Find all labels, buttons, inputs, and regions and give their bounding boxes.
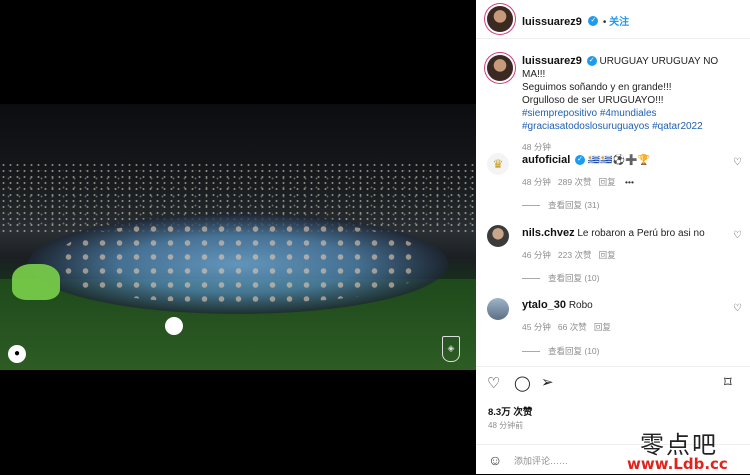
comment-like-heart-icon[interactable]: ♡ bbox=[733, 157, 742, 168]
comment-3-meta: 45 分钟 66 次赞 回复 bbox=[522, 321, 611, 333]
post-image[interactable]: ◈ bbox=[0, 104, 476, 370]
comment-like-heart-icon[interactable]: ♡ bbox=[733, 230, 742, 241]
comment-time: 48 分钟 bbox=[522, 177, 551, 187]
verified-icon: ✓ bbox=[575, 155, 586, 166]
ytalo-avatar[interactable] bbox=[487, 298, 509, 320]
tagged-user-icon[interactable]: ● bbox=[8, 345, 26, 363]
comment-3: ytalo_30 Robo bbox=[522, 299, 593, 312]
hashtags-line1[interactable]: #siemprepositivo #4mundiales bbox=[522, 107, 742, 120]
watermark-url: www.Ldb.cc bbox=[627, 455, 728, 473]
view-replies[interactable]: 查看回复 (31) bbox=[522, 199, 599, 211]
comment-username[interactable]: aufoficial bbox=[522, 154, 570, 166]
comment-text: 🇺🇾🇺🇾⚽➕🏆 bbox=[587, 155, 651, 166]
comment-1-meta: 48 分钟 289 次赞 回复 ••• bbox=[522, 176, 634, 188]
username[interactable]: luissuarez9 bbox=[522, 16, 582, 28]
comment-like-heart-icon[interactable]: ♡ bbox=[733, 303, 742, 314]
like-count[interactable]: 8.3万 次赞 bbox=[488, 404, 532, 418]
comment-text: Le robaron a Perú bro asi no bbox=[577, 228, 705, 239]
view-replies[interactable]: 查看回复 (10) bbox=[522, 272, 599, 284]
goalkeeper bbox=[12, 264, 60, 300]
post-header: luissuarez9 ✓ • 关注 bbox=[476, 0, 750, 39]
comment-2: nils.chvez Le robaron a Perú bro asi no bbox=[522, 227, 705, 240]
share-icon[interactable]: ➢ bbox=[541, 373, 554, 391]
comment-text: Robo bbox=[568, 300, 593, 311]
comment-likes[interactable]: 223 次赞 bbox=[558, 250, 592, 260]
photo-panel: ◈ ● bbox=[0, 0, 476, 474]
view-replies[interactable]: 查看回复 (10) bbox=[522, 345, 599, 357]
ball bbox=[165, 317, 183, 335]
comment-2-meta: 46 分钟 223 次赞 回复 bbox=[522, 249, 616, 261]
divider bbox=[476, 366, 750, 367]
follow-button[interactable]: 关注 bbox=[609, 17, 629, 28]
comment-1: aufoficial ✓ 🇺🇾🇺🇾⚽➕🏆 bbox=[522, 154, 650, 167]
caption-line2: Seguimos soñando y en grande!!! bbox=[522, 82, 672, 93]
avatar[interactable] bbox=[487, 6, 513, 32]
reply-button[interactable]: 回复 bbox=[599, 250, 616, 260]
post-sidebar: luissuarez9 ✓ • 关注 luissuarez9 ✓ URUGUAY… bbox=[476, 0, 750, 474]
comment-icon[interactable]: ◯ bbox=[514, 374, 531, 392]
aufoficial-avatar[interactable]: ♛ bbox=[487, 153, 509, 175]
heart-icon[interactable]: ♡ bbox=[487, 374, 500, 392]
hashtags-line2[interactable]: #graciasatodoslosuruguayos #qatar2022 bbox=[522, 120, 742, 133]
reply-button[interactable]: 回复 bbox=[594, 322, 611, 332]
auf-crest-icon: ◈ bbox=[442, 336, 460, 362]
posted-ago: 48 分钟前 bbox=[488, 421, 524, 430]
comment-time: 46 分钟 bbox=[522, 250, 551, 260]
verified-icon: ✓ bbox=[588, 15, 599, 26]
reply-button[interactable]: 回复 bbox=[599, 177, 616, 187]
comment-username[interactable]: ytalo_30 bbox=[522, 299, 566, 311]
caption-username[interactable]: luissuarez9 bbox=[522, 55, 582, 67]
comment-time: 45 分钟 bbox=[522, 322, 551, 332]
caption-line3: Orgulloso de ser URUGUAYO!!! bbox=[522, 95, 664, 106]
action-bar: ♡ ◯ ➢ ⌑ bbox=[476, 372, 750, 398]
verified-icon: ✓ bbox=[586, 56, 597, 67]
caption-avatar[interactable] bbox=[487, 55, 513, 81]
emoji-icon[interactable]: ☺ bbox=[488, 452, 502, 468]
comment-username[interactable]: nils.chvez bbox=[522, 227, 575, 239]
comment-likes[interactable]: 66 次赞 bbox=[558, 322, 587, 332]
comment-likes[interactable]: 289 次赞 bbox=[558, 177, 592, 187]
bookmark-icon[interactable]: ⌑ bbox=[724, 373, 732, 391]
more-icon[interactable]: ••• bbox=[625, 177, 634, 187]
team-faces bbox=[60, 222, 420, 302]
caption-time: 48 分钟 bbox=[522, 142, 551, 152]
caption: luissuarez9 ✓ URUGUAY URUGUAY NO MA!!! S… bbox=[522, 55, 742, 153]
add-comment-input[interactable]: 添加评论…… bbox=[514, 454, 568, 467]
nils-avatar[interactable] bbox=[487, 225, 509, 247]
